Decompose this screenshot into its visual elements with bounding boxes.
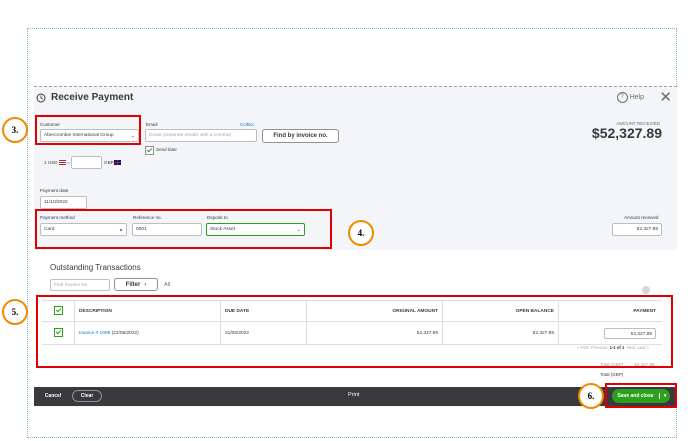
exchange-rate-input[interactable] xyxy=(71,156,102,169)
payment-date-label: Payment date xyxy=(40,188,69,193)
chevron-right-icon: › xyxy=(144,281,147,288)
us-flag-icon xyxy=(59,160,66,165)
email-label: Email xyxy=(146,122,158,127)
help-button[interactable]: ? Help xyxy=(616,92,644,103)
annotation-5: 5. xyxy=(2,299,28,325)
highlight-transactions xyxy=(36,295,673,368)
send-later-checkbox[interactable] xyxy=(145,146,154,155)
send-later-label: Send later xyxy=(156,147,177,152)
foreign-currency-label: GBP xyxy=(104,160,114,165)
help-icon: ? xyxy=(616,92,628,103)
highlight-save xyxy=(605,383,677,408)
email-placeholder: Email (Separate emails with a comma) xyxy=(149,133,232,138)
amount-received-input[interactable]: 52,327.89 xyxy=(612,223,662,236)
settings-dot-icon[interactable] xyxy=(642,286,650,294)
find-invoice-input[interactable]: Find Invoice No. xyxy=(50,279,110,291)
find-invoice-placeholder: Find Invoice No. xyxy=(54,282,89,288)
filter-button[interactable]: Filter › xyxy=(114,278,158,291)
annotation-6: 6. xyxy=(578,383,604,409)
equals-sign: = xyxy=(67,160,70,165)
total-label: Total (GBP) xyxy=(600,372,624,377)
uk-flag-icon xyxy=(114,160,121,165)
clear-button[interactable]: Clear xyxy=(72,390,102,402)
page-title: Receive Payment xyxy=(51,92,134,103)
find-by-invoice-button[interactable]: Find by invoice no. xyxy=(262,129,339,143)
email-field[interactable]: Email (Separate emails with a comma) xyxy=(145,129,257,142)
history-icon[interactable] xyxy=(36,93,46,103)
cc-bcc-link[interactable]: Cc/Bcc xyxy=(240,122,255,127)
filter-label: Filter xyxy=(125,281,141,288)
help-label: Help xyxy=(629,94,644,101)
highlight-payment-details xyxy=(35,209,332,249)
base-currency-label: 1 USD xyxy=(44,160,58,165)
payment-date-value: 11/10/2022 xyxy=(44,200,68,205)
total-gbp: Total (GBP) xyxy=(600,372,623,377)
annotation-4: 4. xyxy=(348,220,374,246)
panel-header: Receive Payment ? Help ✕ xyxy=(34,87,677,109)
close-icon[interactable]: ✕ xyxy=(659,88,672,106)
cancel-button[interactable]: Cancel xyxy=(38,390,68,402)
amount-received-field-label: Amount received xyxy=(624,215,659,220)
amount-received-value: 52,327.89 xyxy=(636,227,658,232)
filter-all-label: All xyxy=(164,282,171,288)
amount-received-total: $52,327.89 xyxy=(591,125,662,141)
outstanding-title: Outstanding Transactions xyxy=(50,263,141,272)
print-button[interactable]: Print xyxy=(348,392,359,398)
highlight-customer xyxy=(35,115,141,145)
annotation-3: 3. xyxy=(2,117,28,143)
payment-date-input[interactable]: 11/10/2022 xyxy=(40,196,87,209)
